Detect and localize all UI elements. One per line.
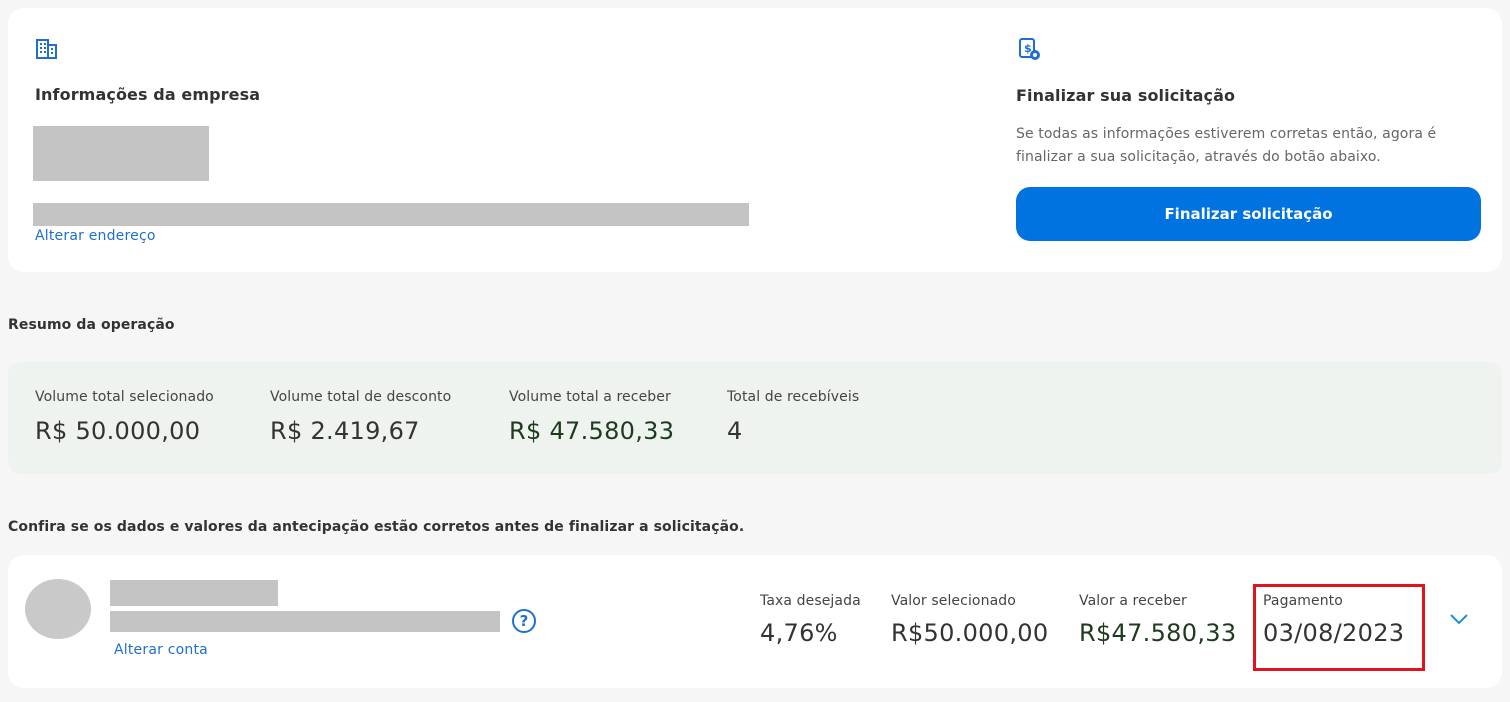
change-account-link[interactable]: Alterar conta [114, 642, 208, 658]
col-value: R$50.000,00 [891, 619, 1049, 647]
stat-label: Volume total selecionado [35, 389, 214, 405]
change-address-link[interactable]: Alterar endereço [35, 228, 156, 244]
stat-value: R$ 2.419,67 [270, 417, 420, 445]
company-card: Informações da empresa Alterar endereço … [8, 8, 1502, 272]
col-value: R$47.580,33 [1079, 619, 1237, 647]
redacted-bank-name [110, 580, 278, 606]
stat-label: Total de recebíveis [727, 389, 860, 405]
col-label: Valor a receber [1079, 593, 1187, 609]
finalize-request-button[interactable]: Finalizar solicitação [1016, 187, 1481, 241]
finalize-description: Se todas as informações estiverem corret… [1016, 126, 1437, 165]
summary-section-title: Resumo da operação [8, 317, 175, 333]
stat-volume-selected: Volume total selecionado R$ 50.000,00 [35, 389, 214, 445]
stat-value: 4 [727, 417, 743, 445]
document-money-icon: $ [1016, 36, 1042, 62]
redacted-company-name [33, 126, 209, 181]
payment-highlight-box [1253, 584, 1425, 671]
stat-label: Volume total de desconto [270, 389, 452, 405]
col-value-to-receive: Valor a receber R$47.580,33 [1079, 593, 1236, 647]
finalize-title: Finalizar sua solicitação [1016, 86, 1236, 105]
avatar [25, 579, 91, 639]
stat-total-receivables: Total de recebíveis 4 [727, 389, 859, 445]
stat-volume-discount: Volume total de desconto R$ 2.419,67 [270, 389, 451, 445]
chevron-down-icon[interactable] [1448, 611, 1470, 625]
help-icon[interactable]: ? [512, 609, 536, 633]
col-selected-value: Valor selecionado R$50.000,00 [891, 593, 1048, 647]
account-card: ? Alterar conta Taxa desejada 4,76% Valo… [8, 555, 1502, 688]
stat-label: Volume total a receber [509, 389, 671, 405]
col-value: 4,76% [760, 619, 838, 647]
col-desired-rate: Taxa desejada 4,76% [760, 593, 861, 647]
company-info-title: Informações da empresa [35, 85, 261, 104]
summary-panel: Volume total selecionado R$ 50.000,00 Vo… [8, 362, 1502, 474]
redacted-company-address [33, 203, 749, 226]
review-section-title: Confira se os dados e valores da antecip… [8, 519, 745, 535]
redacted-account-details [110, 611, 500, 632]
stat-value: R$ 50.000,00 [35, 417, 201, 445]
building-icon [34, 36, 60, 62]
stat-volume-receive: Volume total a receber R$ 47.580,33 [509, 389, 674, 445]
col-label: Taxa desejada [760, 593, 861, 609]
col-label: Valor selecionado [891, 593, 1016, 609]
stat-value: R$ 47.580,33 [509, 417, 675, 445]
